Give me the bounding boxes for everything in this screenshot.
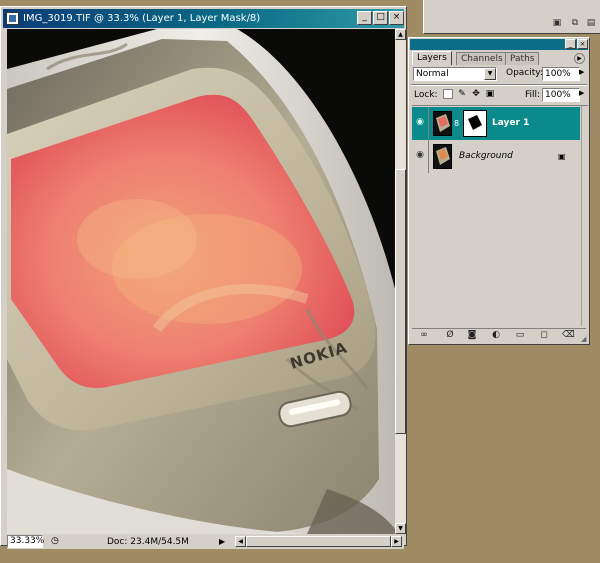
horizontal-scrollbar[interactable]: ◀ ▶ <box>235 536 402 547</box>
tab-channels[interactable]: Channels <box>456 52 508 65</box>
eye-icon[interactable]: ◉ <box>414 148 426 162</box>
mask-shape-image <box>468 115 482 130</box>
layer-thumbnail <box>433 144 452 169</box>
vertical-scroll-thumb[interactable] <box>395 169 406 434</box>
divider <box>428 140 429 173</box>
opacity-slider-arrow-icon[interactable]: ▶ <box>579 68 584 76</box>
photoshop-document-icon <box>6 12 19 25</box>
tab-paths[interactable]: Paths <box>505 52 540 65</box>
divider <box>428 107 429 140</box>
fill-slider-arrow-icon[interactable]: ▶ <box>579 89 584 97</box>
layer-row-background[interactable]: ◉ Background ▣ <box>412 140 580 173</box>
layers-palette: _ × Layers Channels Paths ▶ Normal ▼ Opa… <box>408 37 590 345</box>
panel-button-icon[interactable]: ▤ <box>584 17 598 29</box>
adjustment-layer-icon[interactable]: ◐ <box>490 330 502 341</box>
layer-name: Layer 1 <box>492 118 530 128</box>
palette-close-button[interactable]: × <box>577 39 588 49</box>
phone-photo: NOKIA <box>7 29 395 534</box>
phone-thumbnail-image <box>434 145 451 168</box>
tab-layers[interactable]: Layers <box>412 51 452 65</box>
palette-minimize-button[interactable]: _ <box>565 39 576 49</box>
opacity-label: Opacity: <box>506 68 543 78</box>
tool-options-panel: ▣ ⧉ ▤ <box>423 0 600 34</box>
vertical-scrollbar[interactable]: ▲ ▼ <box>395 29 406 534</box>
status-info-icon[interactable]: ◷ <box>51 536 63 547</box>
maximize-button[interactable]: □ <box>373 11 388 25</box>
document-title: IMG_3019.TIF @ 33.3% (Layer 1, Layer Mas… <box>23 13 261 24</box>
document-canvas[interactable]: NOKIA <box>7 29 395 534</box>
document-titlebar[interactable]: IMG_3019.TIF @ 33.3% (Layer 1, Layer Mas… <box>3 9 404 28</box>
phone-thumbnail-image <box>434 112 451 135</box>
chevron-down-icon[interactable]: ▼ <box>484 68 496 80</box>
scroll-up-arrow-icon[interactable]: ▲ <box>395 29 406 40</box>
lock-label: Lock: <box>414 90 438 100</box>
blend-mode-value: Normal <box>416 69 449 79</box>
mask-link-chain-icon[interactable]: 8 <box>454 119 460 129</box>
scroll-down-arrow-icon[interactable]: ▼ <box>395 523 406 534</box>
minimize-button[interactable]: _ <box>357 11 372 25</box>
lock-icon: ▣ <box>558 152 566 161</box>
palette-menu-arrow-icon[interactable]: ▶ <box>574 53 585 64</box>
new-group-icon[interactable]: ▭ <box>514 330 526 341</box>
document-status-bar: 33.33% ◷ Doc: 23.4M/54.5M ▶ ◀ ▶ <box>7 535 404 549</box>
delete-layer-icon[interactable]: ⌫ <box>562 330 575 341</box>
lock-transparency-icon[interactable] <box>443 89 453 99</box>
lock-brush-icon[interactable]: ✎ <box>457 89 467 99</box>
scroll-right-arrow-icon[interactable]: ▶ <box>391 536 402 547</box>
lock-move-icon[interactable]: ✥ <box>471 89 481 99</box>
horizontal-scroll-thumb[interactable] <box>246 536 391 547</box>
palette-tabs: Layers Channels Paths <box>412 51 588 66</box>
layer-name: Background <box>459 151 513 161</box>
opacity-input[interactable]: 100% <box>542 67 580 81</box>
fill-input[interactable]: 100% <box>542 88 580 102</box>
panel-button-icon[interactable]: ⧉ <box>568 17 582 29</box>
zoom-input[interactable]: 33.33% <box>7 535 44 548</box>
layer-thumbnail <box>433 111 452 136</box>
palette-titlebar[interactable]: _ × <box>410 39 588 50</box>
close-button[interactable]: × <box>389 11 404 25</box>
new-layer-icon[interactable]: ◻ <box>538 330 550 341</box>
blend-mode-select[interactable]: Normal ▼ <box>413 67 497 81</box>
scroll-left-arrow-icon[interactable]: ◀ <box>235 536 246 547</box>
panel-button-icon[interactable]: ▣ <box>550 17 564 29</box>
document-window: IMG_3019.TIF @ 33.3% (Layer 1, Layer Mas… <box>0 6 407 549</box>
fill-label: Fill: <box>525 90 541 100</box>
divider <box>411 84 587 86</box>
lock-all-icon[interactable]: ▣ <box>485 89 495 99</box>
status-menu-arrow-icon[interactable]: ▶ <box>219 535 225 549</box>
add-mask-icon[interactable]: ◙ <box>466 330 478 341</box>
link-layers-icon[interactable]: ∞ <box>418 330 430 341</box>
resize-grip-icon[interactable]: ◢ <box>581 335 589 343</box>
layer-list-scrollbar[interactable] <box>581 106 588 326</box>
layer-mask-thumbnail[interactable] <box>463 110 487 137</box>
layer-style-icon[interactable]: Ø <box>444 330 456 341</box>
layer-list: ◉ 8 Layer 1 ◉ Background ▣ <box>412 105 588 326</box>
layer-row-layer-1[interactable]: ◉ 8 Layer 1 <box>412 107 580 140</box>
palette-footer-toolbar: ∞ Ø ◙ ◐ ▭ ◻ ⌫ <box>412 328 586 343</box>
eye-icon[interactable]: ◉ <box>414 115 426 129</box>
document-size-info: Doc: 23.4M/54.5M <box>107 537 189 547</box>
